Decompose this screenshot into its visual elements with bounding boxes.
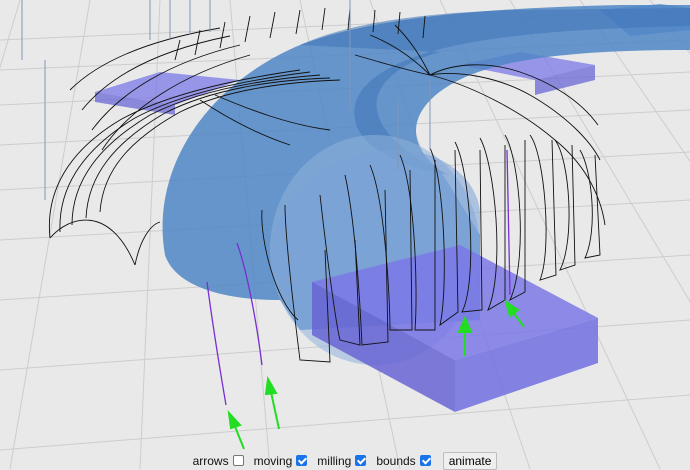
animate-button[interactable]: animate — [442, 451, 498, 470]
milling-label: milling — [317, 453, 352, 468]
arrows-toggle[interactable]: arrows — [193, 454, 244, 468]
arrow-2 — [264, 375, 280, 430]
bounds-checkbox[interactable] — [419, 455, 431, 466]
3d-viewport[interactable] — [0, 0, 690, 469]
bounds-toggle[interactable]: bounds — [376, 453, 431, 468]
control-bar: arrows moving milling bounds animate — [0, 451, 690, 470]
moving-label: moving — [253, 453, 293, 468]
moving-checkbox[interactable] — [296, 455, 308, 466]
milling-checkbox[interactable] — [355, 455, 367, 466]
moving-toggle[interactable]: moving — [254, 454, 308, 468]
milling-toggle[interactable]: milling — [317, 453, 367, 468]
arrows-checkbox[interactable] — [232, 455, 244, 466]
arrows-label: arrows — [192, 453, 229, 468]
bounds-label: bounds — [376, 453, 416, 468]
